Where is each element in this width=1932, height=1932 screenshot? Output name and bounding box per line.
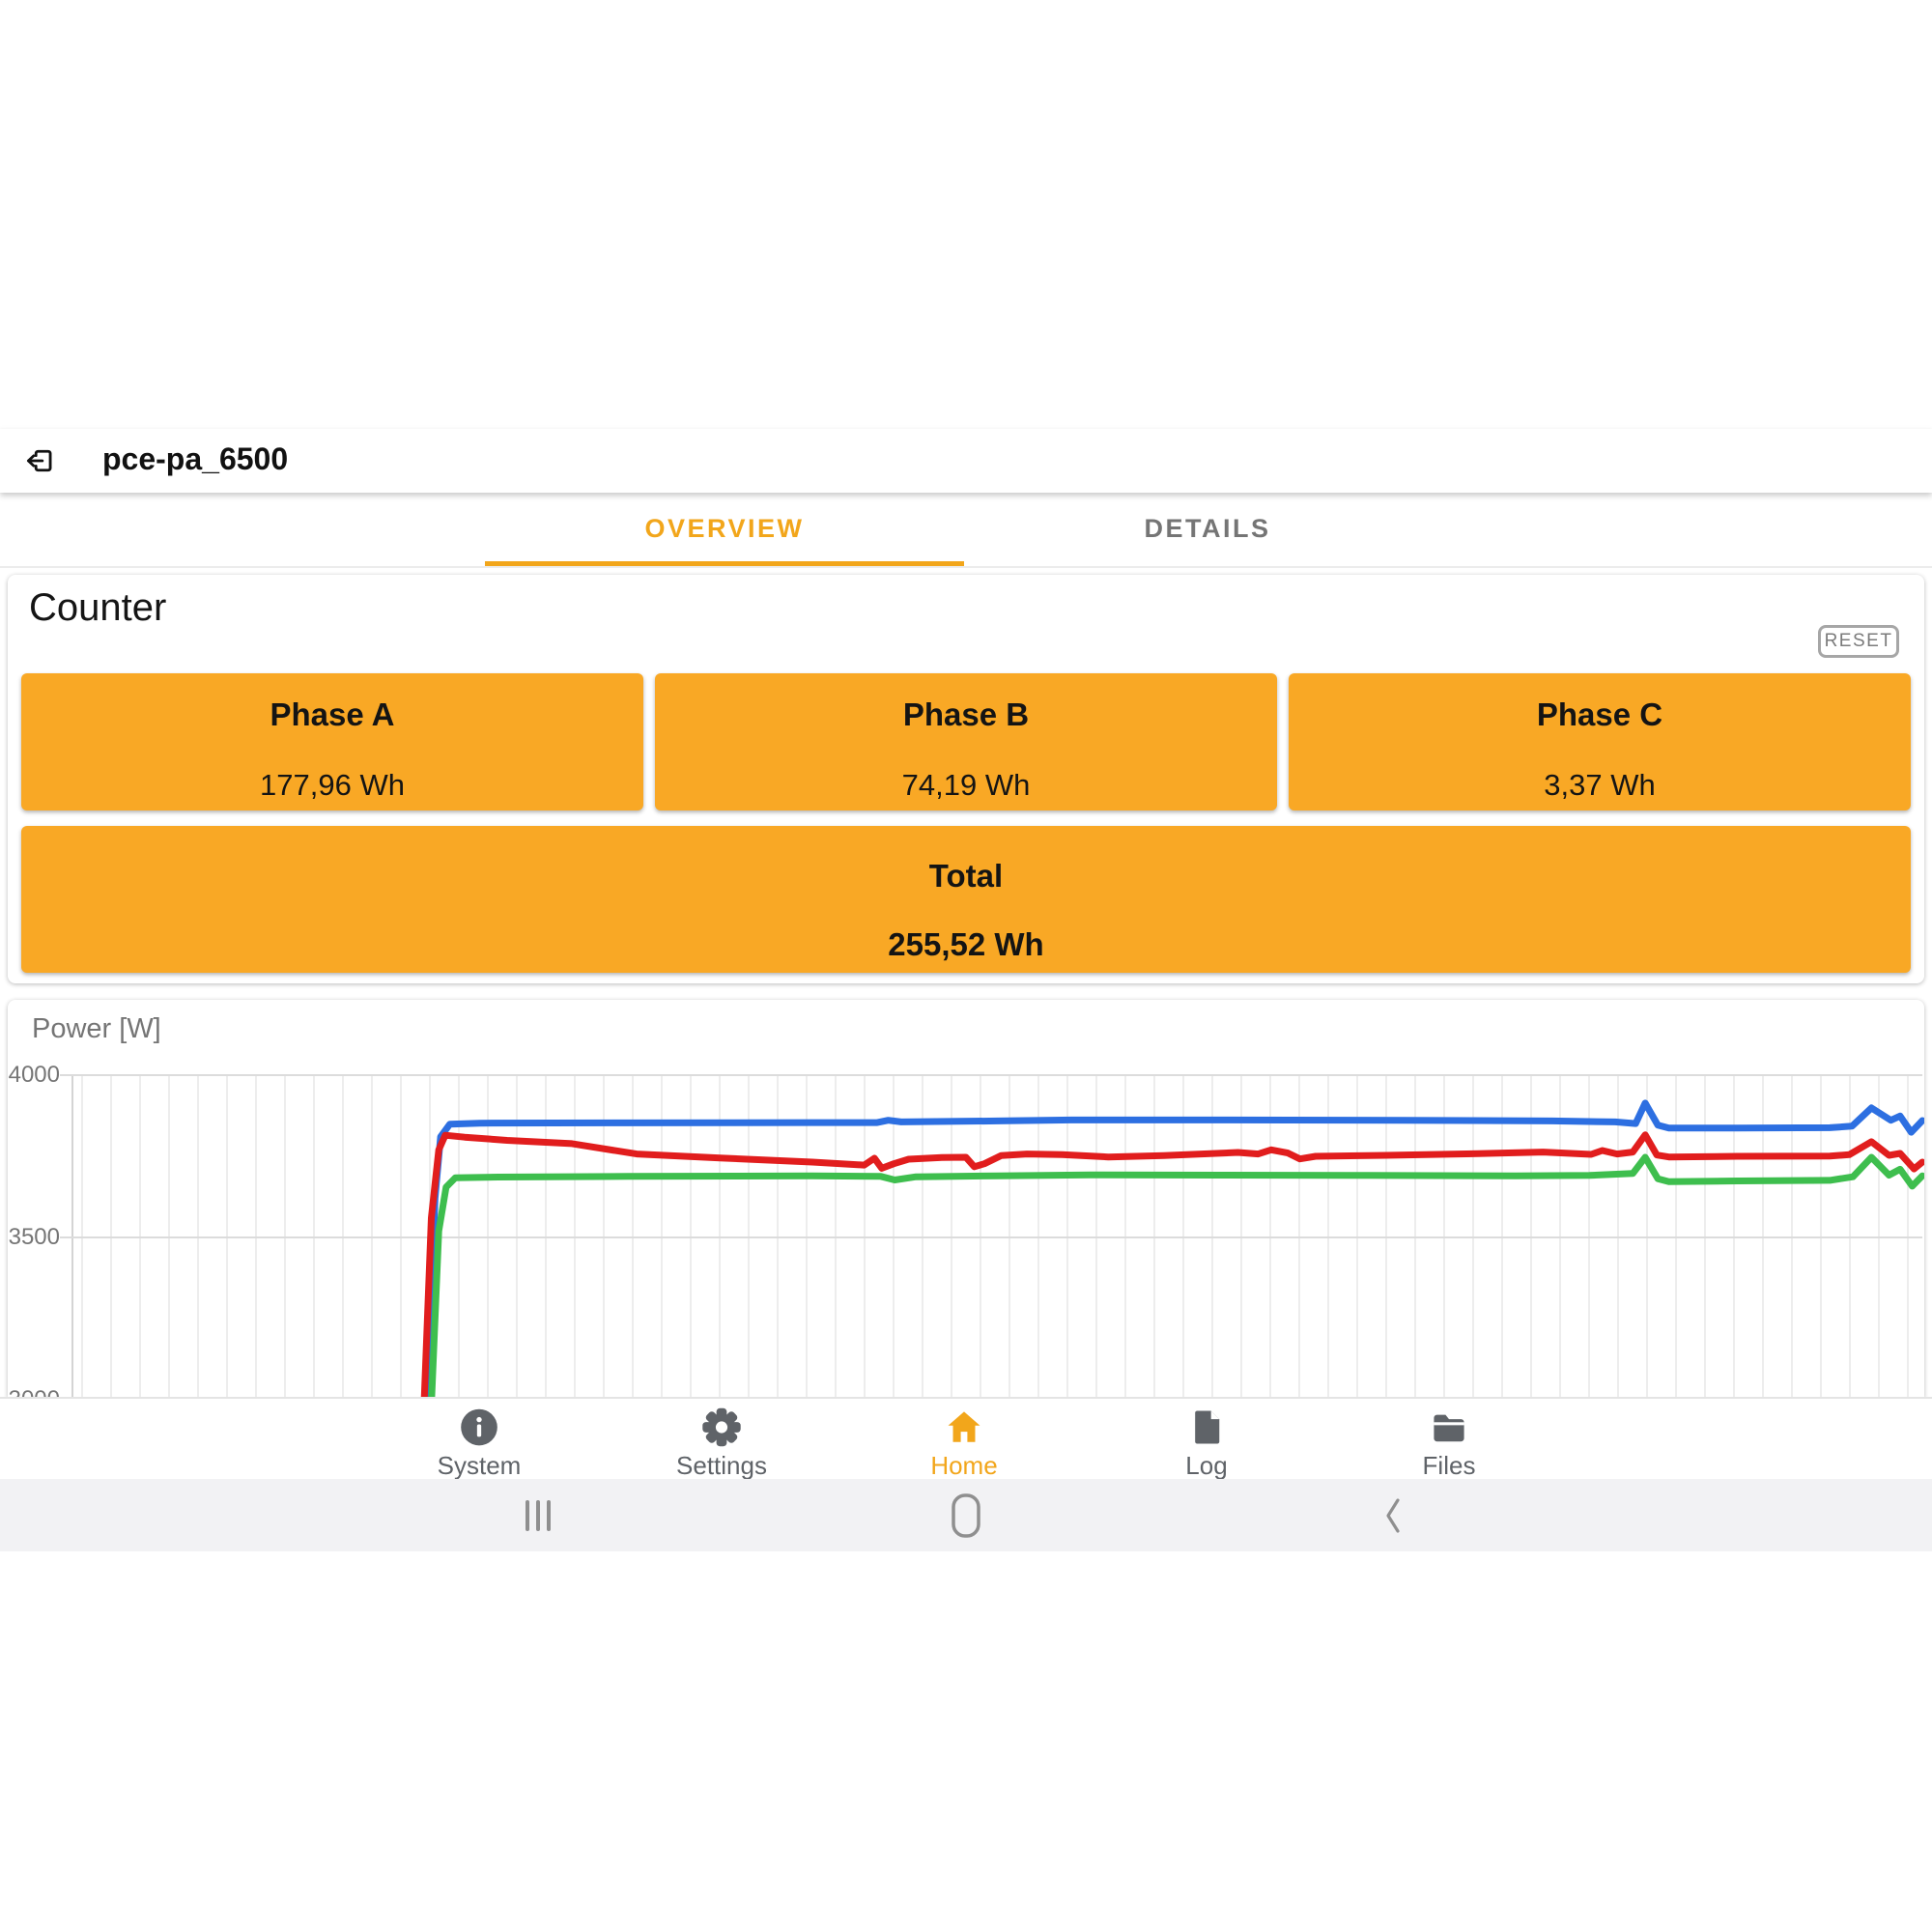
reset-button[interactable]: RESET xyxy=(1818,625,1899,658)
counter-card: Counter RESET Phase A 177,96 Wh Phase B … xyxy=(8,575,1924,983)
nav-item-settings[interactable]: Settings xyxy=(639,1399,804,1481)
home-icon xyxy=(942,1406,986,1448)
screen: pce-pa_6500 OVERVIEW DETAILS Counter RES… xyxy=(0,0,1932,1932)
phase-a-value: 177,96 Wh xyxy=(21,768,643,803)
gear-icon xyxy=(699,1406,744,1448)
phase-c-label: Phase C xyxy=(1289,696,1911,733)
phase-a-label: Phase A xyxy=(21,696,643,733)
phase-a-card: Phase A 177,96 Wh xyxy=(21,673,643,810)
active-tab-indicator xyxy=(485,561,964,566)
y-tick-label: 4000 xyxy=(8,1062,60,1089)
back-icon xyxy=(1372,1494,1416,1537)
power-line-chart xyxy=(8,1000,1924,1398)
app-bar: pce-pa_6500 xyxy=(0,429,1932,493)
back-button[interactable] xyxy=(1336,1479,1452,1551)
home-icon xyxy=(944,1492,988,1539)
total-card: Total 255,52 Wh xyxy=(21,826,1911,973)
folder-icon xyxy=(1427,1406,1471,1448)
phase-b-card: Phase B 74,19 Wh xyxy=(655,673,1277,810)
phase-b-value: 74,19 Wh xyxy=(655,768,1277,803)
nav-item-system[interactable]: System xyxy=(397,1399,561,1481)
bottom-navigation: System Settings Home xyxy=(0,1397,1932,1481)
counter-title: Counter xyxy=(29,586,166,630)
nav-label: Files xyxy=(1423,1451,1476,1481)
nav-label: Settings xyxy=(676,1451,767,1481)
power-chart-card: Power [W] 400035003000 xyxy=(8,1000,1924,1398)
tab-bar: OVERVIEW DETAILS xyxy=(0,493,1932,568)
phase-c-value: 3,37 Wh xyxy=(1289,768,1911,803)
document-icon xyxy=(1184,1406,1229,1448)
nav-item-files[interactable]: Files xyxy=(1367,1399,1531,1481)
nav-item-home[interactable]: Home xyxy=(882,1399,1046,1481)
total-label: Total xyxy=(21,858,1911,895)
y-tick-label: 3500 xyxy=(8,1224,60,1251)
nav-label: System xyxy=(438,1451,522,1481)
phase-b-label: Phase B xyxy=(655,696,1277,733)
tab-overview[interactable]: OVERVIEW xyxy=(483,493,966,564)
nav-label: Home xyxy=(930,1451,997,1481)
page-title: pce-pa_6500 xyxy=(102,441,288,477)
phase-c-card: Phase C 3,37 Wh xyxy=(1289,673,1911,810)
total-value: 255,52 Wh xyxy=(21,926,1911,963)
exit-to-app-icon[interactable] xyxy=(23,443,58,478)
nav-item-log[interactable]: Log xyxy=(1124,1399,1289,1481)
nav-label: Log xyxy=(1185,1451,1227,1481)
home-button[interactable] xyxy=(908,1479,1024,1551)
android-system-bar xyxy=(0,1479,1932,1551)
recents-button[interactable] xyxy=(480,1479,596,1551)
info-icon xyxy=(457,1406,501,1448)
tab-details[interactable]: DETAILS xyxy=(966,493,1449,564)
recents-icon xyxy=(516,1494,560,1537)
